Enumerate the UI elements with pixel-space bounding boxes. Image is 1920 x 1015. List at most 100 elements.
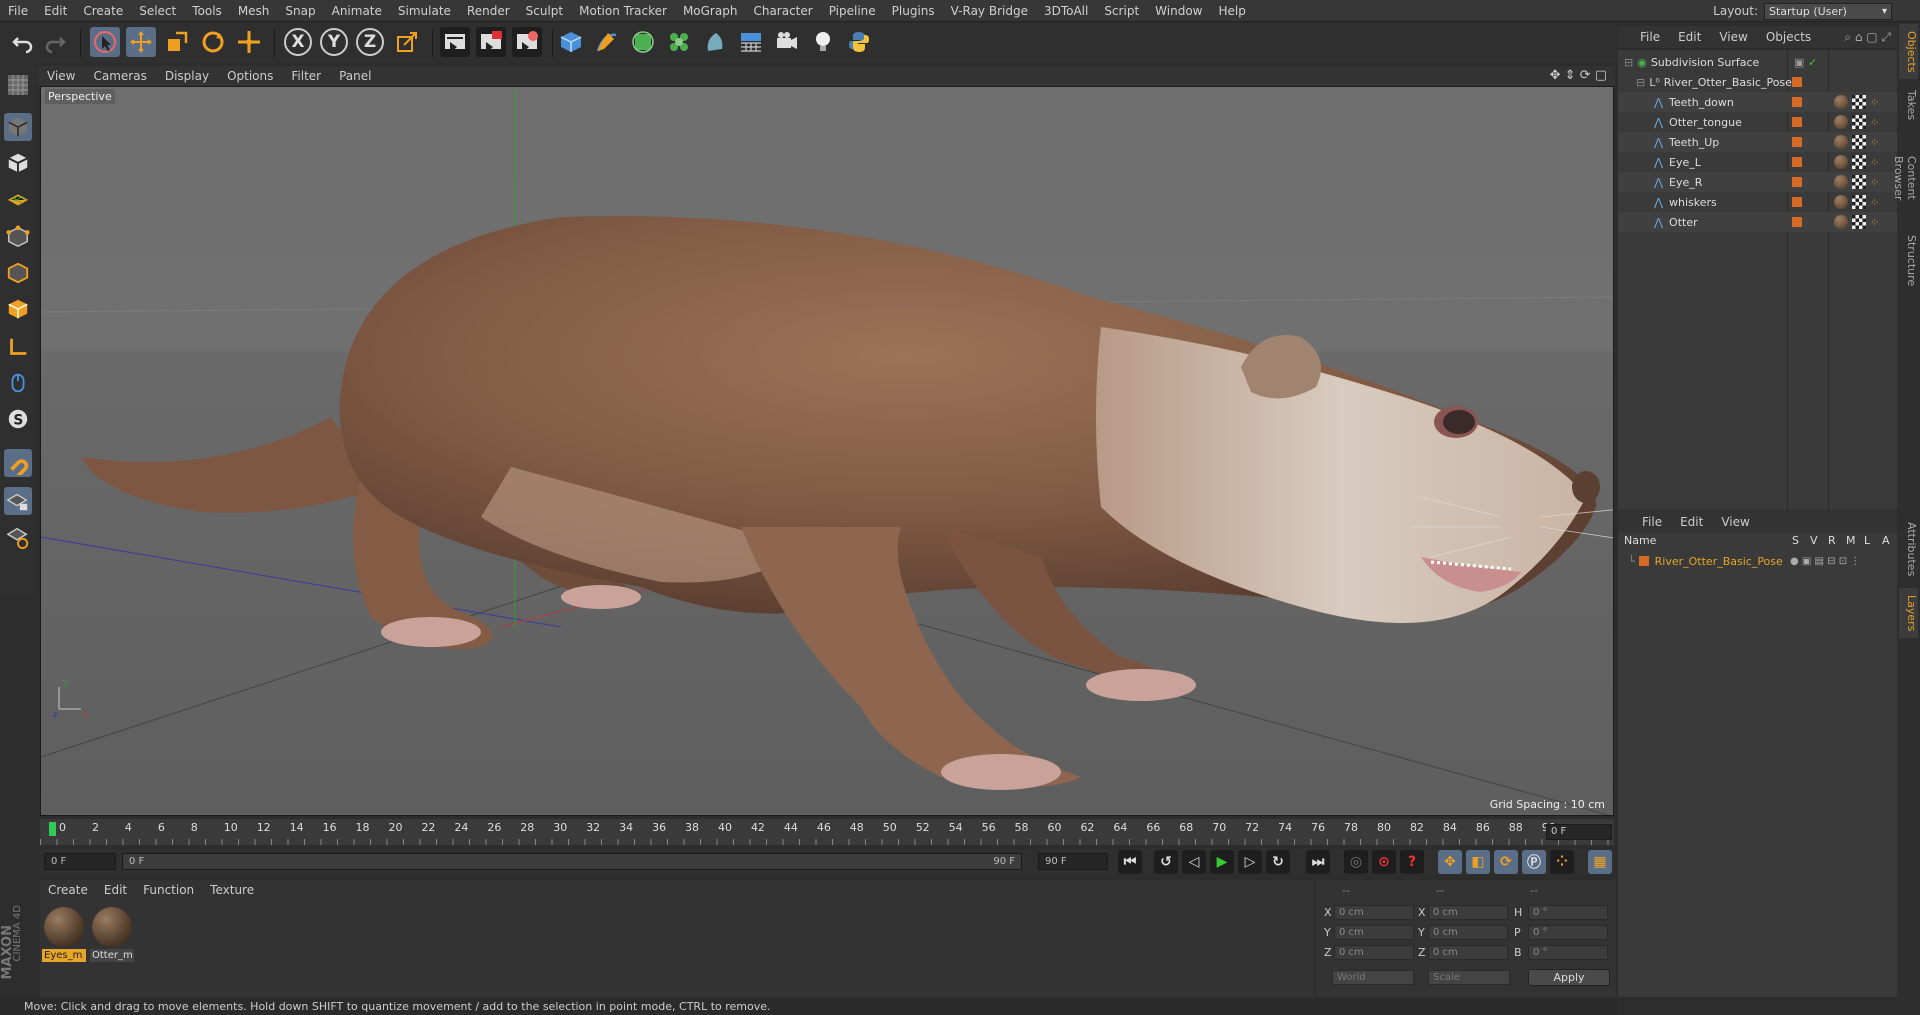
- viewport-navigation-icons[interactable]: ✥ ⇕ ⟳ ▢: [1550, 68, 1607, 83]
- menu-script[interactable]: Script: [1096, 0, 1147, 22]
- go-to-end-icon[interactable]: ⏭: [1306, 850, 1330, 874]
- size-y-field[interactable]: 0 cm: [1428, 925, 1508, 940]
- object-menu-view[interactable]: View: [1710, 30, 1756, 44]
- cloner-icon[interactable]: [664, 27, 694, 57]
- selection-tag-icon[interactable]: ⁘: [1870, 196, 1879, 209]
- python-icon[interactable]: [844, 27, 874, 57]
- end-frame-field[interactable]: 90 F: [1038, 853, 1108, 870]
- tree-row-eye-r[interactable]: ⋀ Eye_R ⁘: [1618, 172, 1897, 192]
- scale-tool-icon[interactable]: [162, 27, 192, 57]
- workplane-icon[interactable]: [4, 185, 32, 213]
- tab-objects[interactable]: Objects: [1899, 24, 1918, 79]
- rotate-tool-icon[interactable]: [198, 27, 228, 57]
- z-axis-lock[interactable]: Z: [356, 28, 384, 56]
- menu-tools[interactable]: Tools: [184, 0, 230, 22]
- viewport-menu-options[interactable]: Options: [218, 69, 282, 83]
- move-tool-icon[interactable]: [126, 27, 156, 57]
- record-keys-icon[interactable]: ◎: [1344, 850, 1368, 874]
- render-view-icon[interactable]: [440, 27, 470, 57]
- uvw-tag-icon[interactable]: [1852, 135, 1866, 149]
- go-to-start-icon[interactable]: ⏮: [1118, 850, 1142, 874]
- material-tag-icon[interactable]: [1834, 95, 1848, 109]
- tab-takes[interactable]: Takes: [1899, 82, 1918, 128]
- floor-icon[interactable]: [736, 27, 766, 57]
- object-color-tag[interactable]: [1792, 97, 1802, 107]
- planar-workplane-icon[interactable]: [4, 523, 32, 551]
- menu-help[interactable]: Help: [1210, 0, 1253, 22]
- timeline-ruler[interactable]: 0 2 4 6 8 10 12 14 16 18 20 22 24 26 28 30 32 34 36 38 40 42 4…: [40, 819, 1614, 845]
- material-tag-icon[interactable]: [1834, 135, 1848, 149]
- layer-menu-view[interactable]: View: [1712, 515, 1758, 529]
- tree-row-whiskers[interactable]: ⋀ whiskers ⁘: [1618, 192, 1897, 212]
- menu-window[interactable]: Window: [1147, 0, 1210, 22]
- rotation-p-field[interactable]: 0 °: [1528, 925, 1608, 940]
- menu-simulate[interactable]: Simulate: [390, 0, 459, 22]
- menu-sculpt[interactable]: Sculpt: [518, 0, 571, 22]
- uvw-tag-icon[interactable]: [1852, 155, 1866, 169]
- uvw-tag-icon[interactable]: [1852, 95, 1866, 109]
- material-swatch[interactable]: Otter_m: [90, 905, 134, 962]
- model-mode-icon[interactable]: [4, 113, 32, 141]
- uvw-tag-icon[interactable]: [1852, 175, 1866, 189]
- uvw-tag-icon[interactable]: [1852, 215, 1866, 229]
- snap-icon[interactable]: S: [4, 405, 32, 433]
- key-pla-icon[interactable]: ⁘: [1550, 850, 1574, 874]
- menu-select[interactable]: Select: [131, 0, 184, 22]
- material-tag-icon[interactable]: [1834, 195, 1848, 209]
- tree-row-teeth-down[interactable]: ⋀ Teeth_down ⁘: [1618, 92, 1897, 112]
- tweak-mode-icon[interactable]: [4, 369, 32, 397]
- menu-plugins[interactable]: Plugins: [884, 0, 943, 22]
- frame-range-slider[interactable]: 0 F 90 F: [122, 853, 1022, 870]
- object-menu-file[interactable]: File: [1618, 30, 1669, 44]
- coordinate-system-icon[interactable]: [392, 27, 422, 57]
- axis-mode-icon[interactable]: [4, 333, 32, 361]
- pen-spline-icon[interactable]: [592, 27, 622, 57]
- layer-menu-edit[interactable]: Edit: [1671, 515, 1712, 529]
- position-z-field[interactable]: 0 cm: [1334, 945, 1414, 960]
- tab-structure[interactable]: Structure: [1899, 228, 1918, 294]
- toggle-icon[interactable]: ▣: [1794, 56, 1804, 69]
- selection-tag-icon[interactable]: ⁘: [1870, 116, 1879, 129]
- menu-edit[interactable]: Edit: [36, 0, 75, 22]
- points-mode-icon[interactable]: [4, 223, 32, 251]
- key-parameter-icon[interactable]: Ⓟ: [1522, 850, 1546, 874]
- live-selection-icon[interactable]: [90, 27, 120, 57]
- layout-dropdown[interactable]: Startup (User): [1764, 2, 1892, 20]
- menu-create[interactable]: Create: [75, 0, 131, 22]
- viewport-menu-filter[interactable]: Filter: [282, 69, 330, 83]
- tree-row-teeth-up[interactable]: ⋀ Teeth_Up ⁘: [1618, 132, 1897, 152]
- next-frame-icon[interactable]: ▷: [1238, 850, 1262, 874]
- menu-mograph[interactable]: MoGraph: [675, 0, 746, 22]
- size-z-field[interactable]: 0 cm: [1428, 945, 1508, 960]
- 3d-viewport[interactable]: z x y Perspective Grid Spacing : 10 cm: [40, 86, 1614, 816]
- light-icon[interactable]: [808, 27, 838, 57]
- object-color-tag[interactable]: [1792, 157, 1802, 167]
- timeline-window-icon[interactable]: ▦: [1588, 850, 1612, 874]
- material-tag-icon[interactable]: [1834, 175, 1848, 189]
- next-key-icon[interactable]: ↻: [1266, 850, 1290, 874]
- menu-mesh[interactable]: Mesh: [230, 0, 278, 22]
- object-color-tag[interactable]: [1792, 197, 1802, 207]
- object-color-tag[interactable]: [1792, 217, 1802, 227]
- tab-attributes[interactable]: Attributes: [1899, 514, 1918, 584]
- object-color-tag[interactable]: [1792, 137, 1802, 147]
- object-color-tag[interactable]: [1792, 177, 1802, 187]
- menu-pipeline[interactable]: Pipeline: [821, 0, 884, 22]
- material-swatch[interactable]: Eyes_m: [42, 905, 86, 962]
- edges-mode-icon[interactable]: [4, 259, 32, 287]
- material-menu-create[interactable]: Create: [40, 883, 96, 897]
- menu-render[interactable]: Render: [459, 0, 518, 22]
- viewport-menu-panel[interactable]: Panel: [330, 69, 380, 83]
- tab-layers[interactable]: Layers: [1899, 588, 1918, 638]
- object-manager-nav-icons[interactable]: ⌕ ⌂ ▢ ⤢: [1844, 30, 1891, 45]
- object-color-tag[interactable]: [1792, 77, 1802, 87]
- tab-content-browser[interactable]: Content Browser: [1892, 130, 1918, 226]
- magnet-icon[interactable]: [4, 449, 32, 477]
- object-menu-edit[interactable]: Edit: [1669, 30, 1710, 44]
- viewport-menu-view[interactable]: View: [38, 69, 84, 83]
- undo-icon[interactable]: [8, 27, 38, 57]
- tree-row-otter[interactable]: ⋀ Otter ⁘: [1618, 212, 1897, 232]
- polygons-mode-icon[interactable]: [4, 295, 32, 323]
- deformer-icon[interactable]: [700, 27, 730, 57]
- layer-row[interactable]: └ River_Otter_Basic_Pose ● ▣ ▤ ⊟ ⊡ ⋮: [1618, 551, 1897, 571]
